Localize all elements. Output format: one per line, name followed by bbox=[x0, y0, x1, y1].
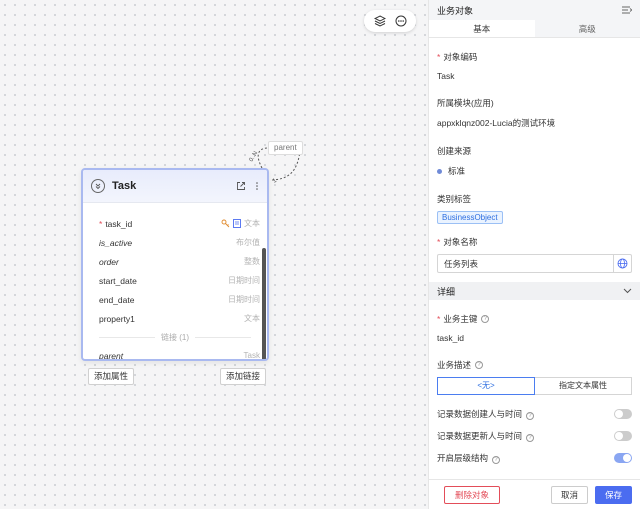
properties-panel: 业务对象 基本 高级 * 对象编码 Task 所属模块(应用) appxklqnz… bbox=[428, 0, 640, 509]
module-value: appxklqnz002-Lucia的测试环境 bbox=[437, 118, 556, 128]
svg-text:1: 1 bbox=[272, 178, 278, 185]
scrollbar-thumb[interactable] bbox=[262, 248, 266, 359]
description-segmented-control: <无> 指定文本属性 bbox=[437, 377, 632, 395]
links-divider: 链接 (1) bbox=[83, 328, 267, 346]
primary-key-value: task_id bbox=[437, 333, 464, 343]
chevron-down-icon bbox=[623, 288, 632, 294]
field-type: 文本 bbox=[244, 219, 260, 228]
field-row-task-id[interactable]: * task_id 文本 bbox=[83, 214, 267, 233]
field-row-order[interactable]: order 整数 bbox=[83, 252, 267, 271]
help-icon[interactable]: ? bbox=[475, 361, 484, 369]
toggle-row-created: 记录数据创建人与时间? bbox=[429, 403, 640, 425]
source-label: 创建来源 bbox=[437, 146, 472, 156]
field-name: property1 bbox=[99, 313, 135, 324]
status-dot bbox=[437, 169, 442, 175]
field-name: end_date bbox=[99, 294, 135, 305]
help-icon[interactable]: ? bbox=[526, 434, 535, 442]
entity-header: Task bbox=[83, 170, 267, 203]
collapse-panel-icon[interactable] bbox=[622, 6, 632, 14]
toggle-label: 记录数据创建人与时间 bbox=[437, 409, 523, 419]
modeling-canvas[interactable]: 0..N 1 parent Task * task_id 文本 is_activ… bbox=[0, 0, 428, 509]
required-mark: * bbox=[99, 218, 103, 229]
entity-card-task[interactable]: Task * task_id 文本 is_active 布尔值 order 整数… bbox=[81, 168, 269, 361]
description-option-text-property[interactable]: 指定文本属性 bbox=[535, 377, 632, 395]
field-type: 日期时间 bbox=[228, 295, 260, 304]
link-name: parent bbox=[99, 350, 124, 361]
key-icon bbox=[221, 219, 230, 228]
tab-advanced[interactable]: 高级 bbox=[534, 20, 640, 37]
primary-key-label: 业务主键 bbox=[443, 314, 478, 324]
field-row-end-date[interactable]: end_date 日期时间 bbox=[83, 290, 267, 309]
field-type: 日期时间 bbox=[228, 276, 260, 285]
cancel-button[interactable]: 取消 bbox=[550, 485, 588, 504]
record-created-toggle[interactable] bbox=[614, 409, 632, 419]
description-label: 业务描述 bbox=[437, 360, 472, 370]
collapse-icon[interactable] bbox=[91, 179, 105, 193]
svg-text:0..N: 0..N bbox=[249, 150, 260, 163]
category-tag[interactable]: BusinessObject bbox=[437, 211, 503, 224]
kebab-menu-icon[interactable] bbox=[255, 181, 259, 191]
help-icon[interactable]: ? bbox=[526, 412, 535, 420]
field-type: 文本 bbox=[244, 314, 260, 323]
module-label: 所属模块(应用) bbox=[437, 98, 494, 108]
object-name-input[interactable] bbox=[438, 255, 613, 272]
toggle-label: 记录数据更新人与时间 bbox=[437, 431, 523, 441]
toggle-row-hierarchy: 开启层级结构? bbox=[429, 447, 640, 469]
panel-title: 业务对象 bbox=[437, 5, 474, 16]
entity-title: Task bbox=[112, 180, 137, 192]
toggle-label: 开启层级结构 bbox=[437, 453, 489, 463]
required-mark: * bbox=[437, 52, 441, 62]
field-name: is_active bbox=[99, 237, 133, 248]
link-type: Task bbox=[243, 351, 260, 360]
relation-label[interactable]: parent bbox=[268, 141, 303, 155]
field-name: start_date bbox=[99, 275, 137, 286]
doc-icon bbox=[233, 219, 241, 228]
link-row-parent[interactable]: parent Task bbox=[83, 346, 267, 361]
object-code-value: Task bbox=[437, 71, 455, 81]
entity-field-list: * task_id 文本 is_active 布尔值 order 整数 star… bbox=[83, 203, 267, 361]
field-row-start-date[interactable]: start_date 日期时间 bbox=[83, 271, 267, 290]
object-name-label: 对象名称 bbox=[443, 237, 478, 247]
globe-icon[interactable] bbox=[613, 255, 631, 272]
description-option-none[interactable]: <无> bbox=[437, 377, 535, 395]
tab-basic[interactable]: 基本 bbox=[429, 20, 535, 37]
panel-tabs: 基本 高级 bbox=[429, 20, 640, 38]
help-icon[interactable]: ? bbox=[481, 315, 490, 323]
panel-footer: 删除对象 取消 保存 bbox=[429, 479, 640, 509]
source-value: 标准 bbox=[448, 166, 466, 176]
field-row-is-active[interactable]: is_active 布尔值 bbox=[83, 233, 267, 252]
field-row-property1[interactable]: property1 文本 bbox=[83, 309, 267, 328]
object-name-field bbox=[437, 254, 632, 273]
add-link-button[interactable]: 添加链接 bbox=[220, 368, 267, 385]
save-button[interactable]: 保存 bbox=[594, 485, 632, 504]
required-mark: * bbox=[437, 314, 441, 324]
field-name: order bbox=[99, 256, 119, 267]
delete-object-button[interactable]: 删除对象 bbox=[444, 485, 501, 504]
hierarchy-toggle[interactable] bbox=[614, 453, 632, 463]
object-code-label: 对象编码 bbox=[443, 52, 478, 62]
details-section-title: 详细 bbox=[437, 286, 456, 297]
help-icon[interactable]: ? bbox=[492, 456, 501, 464]
more-icon[interactable] bbox=[394, 14, 408, 28]
layers-icon[interactable] bbox=[373, 14, 387, 28]
required-mark: * bbox=[437, 237, 441, 247]
details-section-header[interactable]: 详细 bbox=[429, 282, 640, 300]
add-property-button[interactable]: 添加属性 bbox=[88, 368, 135, 385]
field-name: task_id bbox=[105, 218, 133, 229]
record-updated-toggle[interactable] bbox=[614, 431, 632, 441]
field-type: 布尔值 bbox=[236, 238, 260, 247]
toggle-row-updated: 记录数据更新人与时间? bbox=[429, 425, 640, 447]
open-external-icon[interactable] bbox=[236, 181, 246, 191]
category-label: 类别标签 bbox=[437, 194, 472, 204]
field-type: 整数 bbox=[244, 257, 260, 266]
canvas-toolbar bbox=[364, 10, 416, 32]
